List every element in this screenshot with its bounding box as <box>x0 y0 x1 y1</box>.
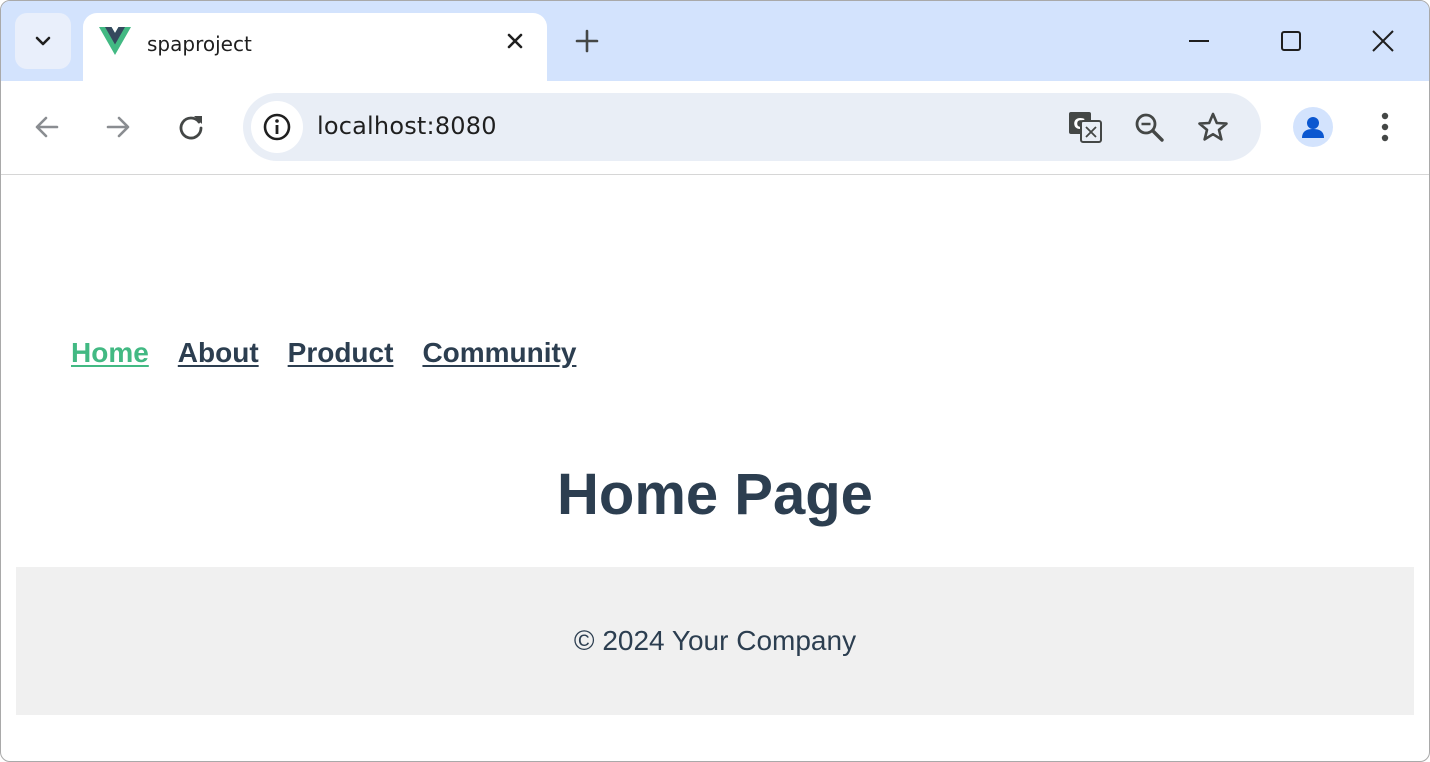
tab-title: spaproject <box>147 32 252 56</box>
active-tab[interactable]: spaproject <box>83 13 547 81</box>
more-vert-icon <box>1381 112 1389 142</box>
translate-icon: G <box>1069 112 1102 143</box>
reload-button[interactable] <box>171 107 211 147</box>
close-icon <box>507 33 523 49</box>
arrow-left-icon <box>35 116 59 138</box>
tab-search-button[interactable] <box>15 13 71 69</box>
close-window-button[interactable] <box>1365 23 1401 59</box>
maximize-button[interactable] <box>1273 23 1309 59</box>
info-icon <box>263 113 291 141</box>
url-text: localhost:8080 <box>317 112 497 140</box>
star-icon <box>1198 112 1228 141</box>
close-icon <box>1372 30 1394 52</box>
footer-copyright: © 2024 Your Company <box>573 625 857 656</box>
minimize-button[interactable] <box>1181 23 1217 59</box>
browser-toolbar: localhost:8080 G <box>1 81 1429 175</box>
zoom-button[interactable] <box>1129 107 1169 147</box>
browser-window: spaproject localhost:8080 G Home About P… <box>0 0 1430 762</box>
site-info-button[interactable] <box>251 101 303 153</box>
nav-link-about[interactable]: About <box>178 337 259 369</box>
tab-close-button[interactable] <box>501 27 529 55</box>
address-bar[interactable]: localhost:8080 G <box>243 93 1261 161</box>
page-footer: © 2024 Your Company <box>16 567 1414 715</box>
new-tab-button[interactable] <box>569 23 605 59</box>
reload-icon <box>179 116 203 140</box>
page-title: Home Page <box>557 462 873 527</box>
page-viewport: Home About Product Community Home Page ©… <box>1 175 1429 761</box>
forward-button[interactable] <box>98 107 138 147</box>
zoom-out-icon <box>1135 113 1164 142</box>
avatar-icon <box>1302 117 1324 138</box>
main-nav: Home About Product Community <box>71 337 576 369</box>
arrow-right-icon <box>106 116 130 138</box>
translate-button[interactable]: G <box>1065 107 1105 147</box>
browser-menu-button[interactable] <box>1365 107 1405 147</box>
nav-link-product[interactable]: Product <box>288 337 394 369</box>
bookmark-button[interactable] <box>1193 107 1233 147</box>
vue-logo-icon <box>99 27 131 55</box>
minimize-icon <box>1189 40 1209 42</box>
plus-icon <box>575 29 599 53</box>
chevron-down-icon <box>35 36 51 46</box>
back-button[interactable] <box>27 107 67 147</box>
maximize-icon <box>1281 31 1301 51</box>
tab-strip: spaproject <box>1 1 1429 81</box>
nav-link-home[interactable]: Home <box>71 337 149 369</box>
nav-link-community[interactable]: Community <box>422 337 576 369</box>
profile-button[interactable] <box>1293 107 1333 147</box>
